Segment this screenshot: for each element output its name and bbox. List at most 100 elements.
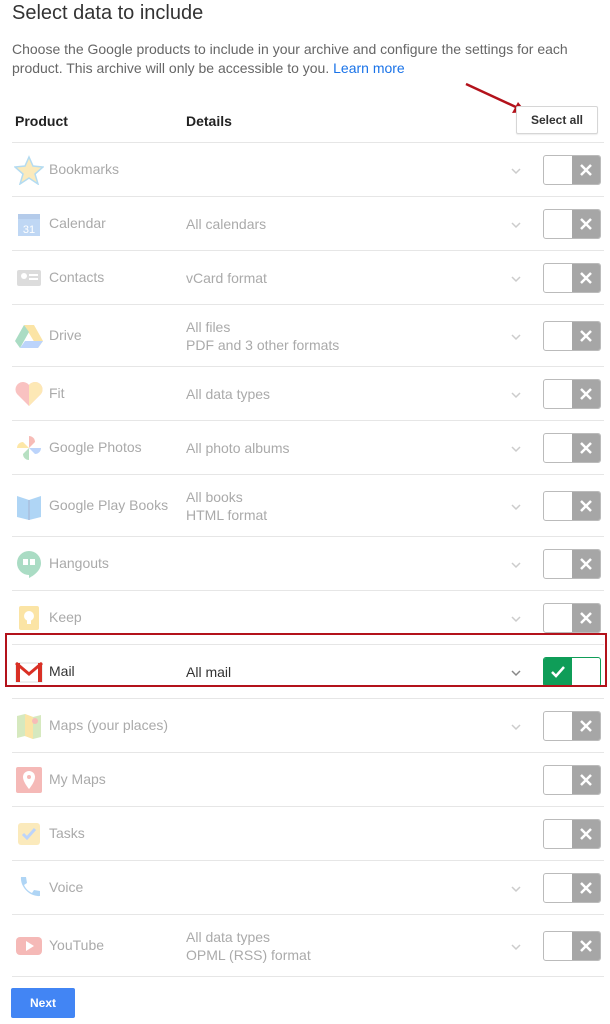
chevron-down-icon[interactable] xyxy=(510,882,522,900)
calendar-icon: 31 xyxy=(14,209,44,239)
product-detail-line: OPML (RSS) format xyxy=(186,946,311,963)
product-details: All files PDF and 3 other formats xyxy=(186,318,339,354)
product-row: Fit All data types xyxy=(12,366,604,420)
include-toggle[interactable] xyxy=(543,548,601,579)
chevron-down-icon[interactable] xyxy=(510,940,522,958)
select-all-button[interactable]: Select all xyxy=(516,106,598,134)
hangouts-icon xyxy=(14,549,44,579)
product-list: Bookmarks 31 Calendar All calendars Contacts… xyxy=(12,142,604,977)
close-icon xyxy=(572,155,600,184)
product-detail-line: All books xyxy=(186,488,243,505)
photos-pinwheel-icon xyxy=(14,433,44,463)
include-toggle[interactable] xyxy=(543,710,601,741)
annotation-highlight-box xyxy=(5,633,607,687)
chevron-down-icon[interactable] xyxy=(510,330,522,348)
close-icon xyxy=(572,603,600,632)
product-row: Voice xyxy=(12,860,604,914)
product-name: Voice xyxy=(49,878,84,895)
product-name: Bookmarks xyxy=(49,160,120,177)
bookmarks-star-icon xyxy=(13,154,45,186)
page-description: Choose the Google products to include in… xyxy=(12,40,592,78)
product-name: Hangouts xyxy=(49,554,109,571)
include-toggle[interactable] xyxy=(543,872,601,903)
close-icon xyxy=(572,873,600,902)
product-row: Contacts vCard format xyxy=(12,250,604,304)
product-details: vCard format xyxy=(186,269,267,287)
keep-bulb-icon xyxy=(14,603,44,633)
product-row: Hangouts xyxy=(12,536,604,590)
product-row: Tasks xyxy=(12,806,604,860)
product-detail-line: All data types xyxy=(186,385,271,402)
include-toggle[interactable] xyxy=(543,262,601,293)
product-detail-line: HTML format xyxy=(186,506,268,523)
chevron-down-icon[interactable] xyxy=(510,558,522,576)
product-name: Maps (your places) xyxy=(49,716,169,733)
drive-icon xyxy=(14,321,44,351)
close-icon xyxy=(572,209,600,238)
tasks-check-icon xyxy=(14,819,44,849)
include-toggle[interactable] xyxy=(543,930,601,961)
product-name: Google Photos xyxy=(49,438,142,455)
column-header-product: Product xyxy=(15,113,68,129)
close-icon xyxy=(572,549,600,578)
close-icon xyxy=(572,321,600,350)
include-toggle[interactable] xyxy=(543,378,601,409)
product-name: Calendar xyxy=(49,214,106,231)
include-toggle[interactable] xyxy=(543,490,601,521)
chevron-down-icon[interactable] xyxy=(510,612,522,630)
close-icon xyxy=(572,263,600,292)
chevron-down-icon[interactable] xyxy=(510,164,522,182)
product-detail-line: All calendars xyxy=(186,215,267,232)
product-name: Google Play Books xyxy=(49,496,169,513)
include-toggle[interactable] xyxy=(543,208,601,239)
product-detail-line: All files xyxy=(186,318,231,335)
chevron-down-icon[interactable] xyxy=(510,442,522,460)
product-row: Bookmarks xyxy=(12,142,604,196)
product-details: All books HTML format xyxy=(186,488,267,524)
product-details: All data types OPML (RSS) format xyxy=(186,928,311,964)
product-details: All data types xyxy=(186,385,270,403)
include-toggle[interactable] xyxy=(543,602,601,633)
product-name: My Maps xyxy=(49,770,106,787)
include-toggle[interactable] xyxy=(543,818,601,849)
close-icon xyxy=(572,931,600,960)
close-icon xyxy=(572,491,600,520)
product-row: Maps (your places) xyxy=(12,698,604,752)
contacts-card-icon xyxy=(14,263,44,293)
learn-more-link[interactable]: Learn more xyxy=(333,60,405,76)
product-details: All calendars xyxy=(186,215,266,233)
product-row: YouTube All data types OPML (RSS) format xyxy=(12,914,604,977)
fit-heart-icon xyxy=(14,379,44,409)
play-books-icon xyxy=(14,491,44,521)
chevron-down-icon[interactable] xyxy=(510,500,522,518)
youtube-play-icon xyxy=(14,931,44,961)
close-icon xyxy=(572,379,600,408)
maps-icon xyxy=(14,711,44,741)
product-detail-line: All photo albums xyxy=(186,439,290,456)
product-name: Fit xyxy=(49,384,65,401)
product-row: My Maps xyxy=(12,752,604,806)
product-name: YouTube xyxy=(49,936,105,953)
close-icon xyxy=(572,433,600,462)
voice-phone-icon xyxy=(14,873,44,903)
page-title: Select data to include xyxy=(12,2,204,24)
product-detail-line: vCard format xyxy=(186,269,267,286)
chevron-down-icon[interactable] xyxy=(510,720,522,738)
chevron-down-icon[interactable] xyxy=(510,218,522,236)
product-name: Keep xyxy=(49,608,82,625)
product-row: 31 Calendar All calendars xyxy=(12,196,604,250)
include-toggle[interactable] xyxy=(543,432,601,463)
product-name: Contacts xyxy=(49,268,105,285)
calendar-icon-number: 31 xyxy=(23,224,35,236)
chevron-down-icon[interactable] xyxy=(510,272,522,290)
description-text: Choose the Google products to include in… xyxy=(12,41,568,76)
my-maps-pin-icon xyxy=(14,765,44,795)
product-row: Drive All files PDF and 3 other formats xyxy=(12,304,604,366)
close-icon xyxy=(572,819,600,848)
include-toggle[interactable] xyxy=(543,764,601,795)
include-toggle[interactable] xyxy=(543,320,601,351)
chevron-down-icon[interactable] xyxy=(510,388,522,406)
next-button[interactable]: Next xyxy=(11,988,75,1018)
include-toggle[interactable] xyxy=(543,154,601,185)
product-detail-line: All data types xyxy=(186,928,271,945)
